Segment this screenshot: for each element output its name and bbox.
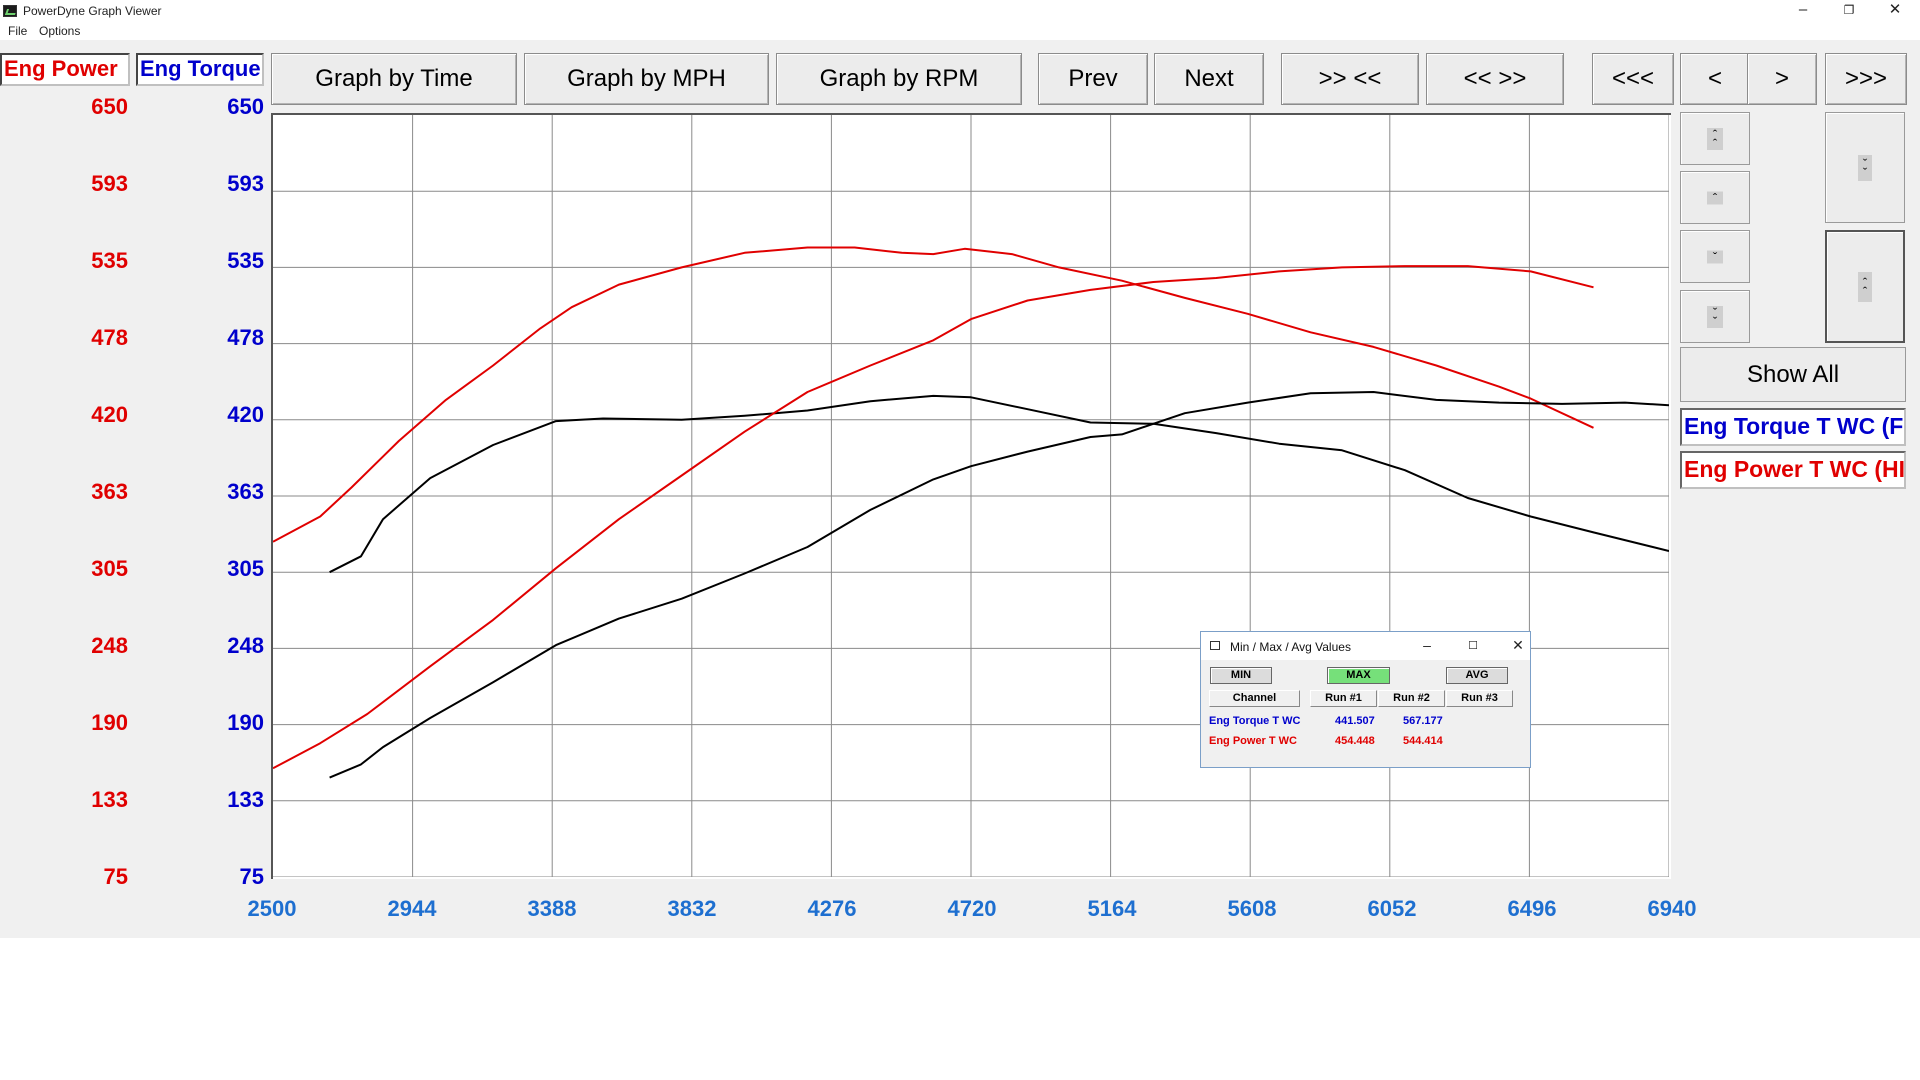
zoom-in-button[interactable]: >> << <box>1281 53 1419 105</box>
dialog-title: Min / Max / Avg Values <box>1230 640 1351 654</box>
scroll-up-button[interactable]: ˆ <box>1680 171 1750 224</box>
torque-tick: 248 <box>227 633 264 658</box>
torque-tick: 190 <box>227 710 264 735</box>
power-tick: 535 <box>91 248 128 273</box>
channel-power[interactable]: Eng Power T WC (HI <box>1680 451 1906 489</box>
power-tick: 133 <box>91 787 128 812</box>
prev-button[interactable]: Prev <box>1038 53 1148 105</box>
run1-column-header: Run #1 <box>1310 690 1377 707</box>
row-channel: Eng Power T WC <box>1209 735 1297 747</box>
double-chevron-up-icon: ˆˆ <box>1858 271 1872 302</box>
torque-tick: 593 <box>227 171 264 196</box>
row-channel: Eng Torque T WC <box>1209 715 1301 727</box>
power-tick: 190 <box>91 710 128 735</box>
channel-torque[interactable]: Eng Torque T WC (F <box>1680 408 1906 446</box>
rpm-tick: 2944 <box>387 896 437 921</box>
window-icon <box>1210 641 1220 650</box>
scroll-page-up-button[interactable]: ˆˆ <box>1680 112 1750 165</box>
first-button[interactable]: <<< <box>1592 53 1674 105</box>
show-all-button[interactable]: Show All <box>1680 347 1906 402</box>
row-run1: 454.448 <box>1335 735 1375 747</box>
minimize-icon[interactable]: – <box>1417 637 1437 653</box>
maximize-icon[interactable]: ☐ <box>1463 639 1483 652</box>
close-icon[interactable]: ✕ <box>1872 0 1918 22</box>
power-tick: 593 <box>91 171 128 196</box>
torque-tick: 133 <box>227 787 264 812</box>
forward-button[interactable]: > <box>1747 53 1817 105</box>
scroll-down-button[interactable]: ˇ <box>1680 230 1750 283</box>
power-tick: 305 <box>91 556 128 581</box>
scroll-track-top[interactable]: ˇˇ <box>1825 112 1905 223</box>
run3-column-header: Run #3 <box>1446 690 1513 707</box>
graph-icon <box>3 5 17 17</box>
graph-by-time-button[interactable]: Graph by Time <box>271 53 517 105</box>
rpm-tick: 5164 <box>1087 896 1137 921</box>
torque-axis-legend[interactable]: Eng Torque <box>136 53 264 86</box>
scroll-thumb[interactable]: ˆˆ <box>1825 230 1905 343</box>
back-button[interactable]: < <box>1680 53 1750 105</box>
double-chevron-down-icon: ˇˇ <box>1858 154 1872 181</box>
torque-tick: 75 <box>239 864 264 889</box>
last-button[interactable]: >>> <box>1825 53 1907 105</box>
menu-bar: File Options <box>0 22 1920 40</box>
restore-icon[interactable]: ❐ <box>1826 0 1872 22</box>
rpm-tick: 3388 <box>527 896 577 921</box>
power-tick: 650 <box>91 94 128 119</box>
next-button[interactable]: Next <box>1154 53 1264 105</box>
status-area <box>0 938 1920 1080</box>
graph-by-rpm-button[interactable]: Graph by RPM <box>776 53 1022 105</box>
close-icon[interactable]: ✕ <box>1508 637 1528 654</box>
power-tick: 420 <box>91 402 128 427</box>
double-chevron-up-icon: ˆˆ <box>1707 127 1723 150</box>
torque-tick: 478 <box>227 325 264 350</box>
window-title: PowerDyne Graph Viewer <box>23 4 162 18</box>
rpm-tick: 2500 <box>247 896 297 921</box>
torque-tick: 535 <box>227 248 264 273</box>
power-tick: 248 <box>91 633 128 658</box>
power-tick: 478 <box>91 325 128 350</box>
rpm-tick: 4276 <box>807 896 857 921</box>
dialog-title-bar: Min / Max / Avg Values – ☐ ✕ <box>1201 632 1530 660</box>
channel-column-header: Channel <box>1209 690 1300 707</box>
scroll-page-down-button[interactable]: ˇˇ <box>1680 290 1750 343</box>
rpm-tick: 6496 <box>1507 896 1557 921</box>
avg-button[interactable]: AVG <box>1446 667 1508 684</box>
menu-options[interactable]: Options <box>39 24 80 38</box>
power-tick: 75 <box>103 864 128 889</box>
zoom-out-button[interactable]: << >> <box>1426 53 1564 105</box>
row-run2: 544.414 <box>1403 735 1443 747</box>
rpm-tick: 5608 <box>1227 896 1277 921</box>
graph-by-mph-button[interactable]: Graph by MPH <box>524 53 769 105</box>
series-line-1 <box>329 394 1669 574</box>
torque-tick: 420 <box>227 402 264 427</box>
min-button[interactable]: MIN <box>1210 667 1272 684</box>
menu-file[interactable]: File <box>8 24 27 38</box>
double-chevron-down-icon: ˇˇ <box>1707 305 1723 328</box>
minimize-icon[interactable]: – <box>1780 0 1826 22</box>
row-run2: 567.177 <box>1403 715 1443 727</box>
title-bar: PowerDyne Graph Viewer – ❐ ✕ <box>0 0 1920 22</box>
torque-tick: 305 <box>227 556 264 581</box>
chevron-up-icon: ˆ <box>1707 191 1723 204</box>
rpm-tick: 6052 <box>1367 896 1417 921</box>
torque-tick: 650 <box>227 94 264 119</box>
max-button[interactable]: MAX <box>1327 667 1390 684</box>
chevron-down-icon: ˇ <box>1707 250 1723 263</box>
row-run1: 441.507 <box>1335 715 1375 727</box>
run2-column-header: Run #2 <box>1378 690 1445 707</box>
rpm-tick: 3832 <box>667 896 717 921</box>
rpm-tick: 6940 <box>1647 896 1697 921</box>
power-axis-legend[interactable]: Eng Power <box>0 53 130 86</box>
power-tick: 363 <box>91 479 128 504</box>
rpm-tick: 4720 <box>947 896 997 921</box>
torque-tick: 363 <box>227 479 264 504</box>
